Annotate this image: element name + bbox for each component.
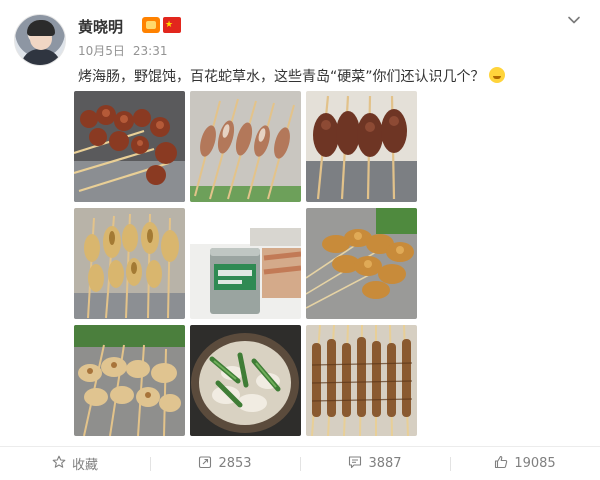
vip-badge-icon[interactable] [142, 17, 160, 33]
photo-beef-skewers[interactable] [306, 91, 417, 202]
photo-meat-skewers[interactable] [190, 91, 301, 202]
favorite-button[interactable]: 收藏 [0, 447, 150, 480]
photo-sea-sausage-skewers[interactable] [306, 325, 417, 436]
comment-icon [348, 455, 362, 473]
weibo-post: 黄晓明 ★ 10月5日 23:31 烤海肠，野馄饨，百花蛇草水，这些青岛“硬菜”你… [0, 0, 600, 480]
comment-button[interactable]: 3887 [300, 447, 450, 480]
grin-emoji-icon [488, 67, 505, 83]
like-count: 19085 [514, 456, 556, 471]
favorite-label: 收藏 [71, 458, 98, 473]
photo-snake-grass-water-can[interactable] [190, 208, 301, 319]
photo-grid [74, 91, 417, 436]
post-meta: 10月5日 23:31 [78, 42, 168, 59]
avatar[interactable] [14, 14, 66, 66]
thumbs-up-icon [494, 455, 508, 473]
author-badges: ★ [142, 17, 181, 33]
photo-fried-skewers[interactable] [306, 208, 417, 319]
author-name[interactable]: 黄晓明 [78, 16, 123, 37]
photo-squid-skewers[interactable] [74, 325, 185, 436]
star-icon [52, 455, 66, 473]
repost-icon [198, 455, 212, 473]
post-text-row: 烤海肠，野馄饨，百花蛇草水，这些青岛“硬菜”你们还认识几个？ [78, 66, 505, 86]
post-time[interactable]: 23:31 [133, 44, 168, 58]
post-date[interactable]: 10月5日 [78, 44, 125, 58]
comment-count: 3887 [368, 456, 402, 471]
photo-wonton-soup[interactable] [190, 325, 301, 436]
photo-mushroom-skewers[interactable] [74, 208, 185, 319]
china-flag-icon: ★ [163, 17, 181, 33]
repost-count: 2853 [218, 456, 252, 471]
like-button[interactable]: 19085 [450, 447, 600, 480]
repost-button[interactable]: 2853 [150, 447, 300, 480]
post-text: 烤海肠，野馄饨，百花蛇草水，这些青岛“硬菜”你们还认识几个？ [78, 69, 485, 85]
photo-grilled-sausage[interactable] [74, 91, 185, 202]
chevron-down-icon[interactable] [566, 12, 582, 28]
action-bar: 收藏 2853 3887 19085 [0, 447, 600, 480]
